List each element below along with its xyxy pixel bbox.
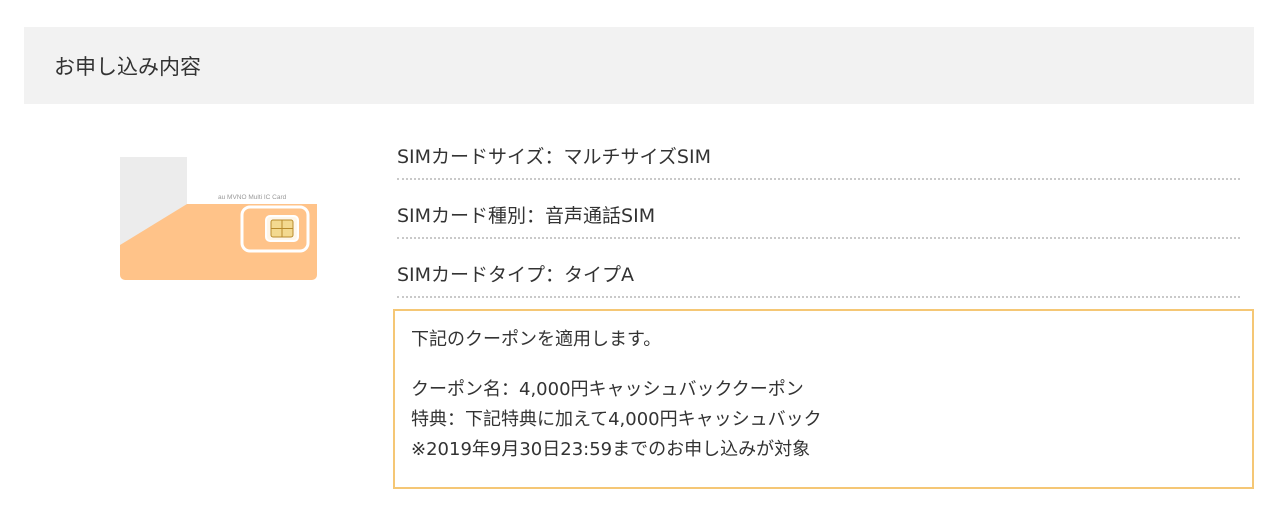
coupon-benefit: 特典：下記特典に加えて4,000円キャッシュバック xyxy=(411,409,822,430)
spec-list: SIMカードサイズ：マルチサイズSIM SIMカード種別：音声通話SIM SIM… xyxy=(397,121,1240,298)
spec-row-type: SIMカード種別：音声通話SIM xyxy=(397,180,1240,239)
sim-card-image: au MVNO Multi IC Card xyxy=(120,157,317,280)
spec-size-text: SIMカードサイズ：マルチサイズSIM xyxy=(397,146,711,168)
spec-row-size: SIMカードサイズ：マルチサイズSIM xyxy=(397,121,1240,180)
section-header: お申し込み内容 xyxy=(24,27,1254,104)
spec-row-card-type: SIMカードタイプ：タイプA xyxy=(397,239,1240,298)
sim-card-caption: au MVNO Multi IC Card xyxy=(218,194,287,201)
spec-type-text: SIMカード種別：音声通話SIM xyxy=(397,205,656,227)
section-title: お申し込み内容 xyxy=(54,54,201,79)
coupon-intro: 下記のクーポンを適用します。 xyxy=(411,329,662,350)
coupon-name: クーポン名：4,000円キャッシュバッククーポン xyxy=(411,379,804,400)
sim-card-illustration: au MVNO Multi IC Card xyxy=(120,157,317,280)
coupon-deadline: ※2019年9月30日23:59までのお申し込みが対象 xyxy=(411,439,811,460)
coupon-box: 下記のクーポンを適用します。 クーポン名：4,000円キャッシュバッククーポン … xyxy=(393,309,1254,489)
spec-card-type-text: SIMカードタイプ：タイプA xyxy=(397,264,635,286)
